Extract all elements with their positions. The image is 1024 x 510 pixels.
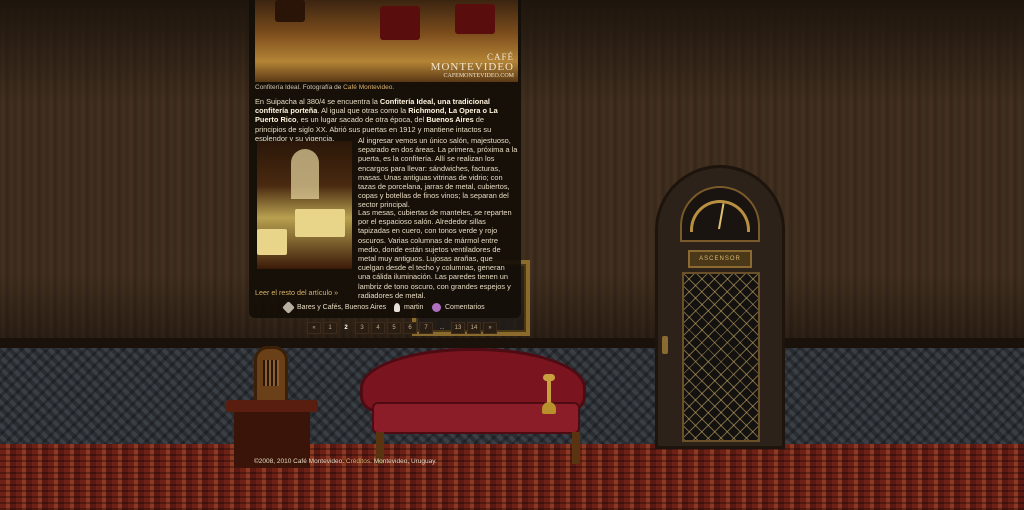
elevator-gate xyxy=(682,272,760,442)
footer-text: ©2008, 2010 Café Montevideo. xyxy=(254,458,346,465)
post-author: martin xyxy=(394,303,423,312)
caption-link[interactable]: Café Montevideo. xyxy=(343,84,394,91)
caption-text: Confitería Ideal. Fotografía de xyxy=(255,84,344,91)
photo-chair xyxy=(275,0,305,22)
pagination-prev[interactable]: « xyxy=(307,322,321,334)
antique-telephone xyxy=(540,374,556,414)
carpet-floor xyxy=(0,444,1024,510)
pagination-page[interactable]: 5 xyxy=(387,322,401,334)
pagination-page[interactable]: 13 xyxy=(451,322,465,334)
chair-rail xyxy=(0,338,1024,348)
pagination-next[interactable]: » xyxy=(483,322,497,334)
photo-chair xyxy=(455,4,495,34)
text: En Suipacha al 380/4 se encuentra la xyxy=(255,97,380,106)
side-table-top xyxy=(226,400,318,412)
pagination-page[interactable]: 6 xyxy=(403,322,417,334)
photo-mirror xyxy=(291,149,319,199)
post-category: Bares y Cafés, Buenos Aires xyxy=(282,301,386,314)
photo-table xyxy=(257,229,287,255)
pagination-current: 2 xyxy=(344,325,348,331)
user-icon xyxy=(394,303,400,312)
elevator-nameplate: ASCENSOR xyxy=(688,250,752,268)
photo-caption: Confitería Ideal. Fotografía de Café Mon… xyxy=(255,84,518,91)
tag-icon xyxy=(282,301,295,314)
post-photo[interactable]: CAFÉ MONTEVIDEO CAFEMONTEVIDEO.COM xyxy=(255,0,518,82)
site-footer: ©2008, 2010 Café Montevideo. Créditos. M… xyxy=(254,458,437,465)
text-bold: Buenos Aires xyxy=(426,115,474,125)
photo-watermark: CAFÉ MONTEVIDEO CAFEMONTEVIDEO.COM xyxy=(430,53,515,80)
article-paragraph-3: Las mesas, cubiertas de manteles, se rep… xyxy=(358,208,512,300)
pagination-page[interactable]: 3 xyxy=(355,322,369,334)
photo-chair xyxy=(380,6,420,40)
inline-photo[interactable] xyxy=(257,141,352,269)
pagination-page[interactable]: 4 xyxy=(371,322,385,334)
telephone-stem xyxy=(547,378,551,404)
sofa-leg xyxy=(572,432,580,464)
pagination-ellipsis: ... xyxy=(439,325,445,331)
watermark-line: CAFEMONTEVIDEO.COM xyxy=(443,73,515,79)
watermark-line: MONTEVIDEO xyxy=(430,61,514,73)
elevator-button xyxy=(662,336,668,354)
pagination-page[interactable]: 1 xyxy=(323,322,337,334)
photo-table xyxy=(295,209,345,237)
credits-link[interactable]: Créditos xyxy=(346,458,370,465)
post-comments: Comentarios xyxy=(432,303,485,312)
article-paragraph-2: Al ingresar vemos un único salón, majest… xyxy=(358,136,518,210)
author-link[interactable]: martin xyxy=(404,304,423,311)
read-more-link[interactable]: Leer el resto del artículo » xyxy=(255,288,338,297)
comment-icon xyxy=(432,303,441,312)
comments-link[interactable]: Comentarios xyxy=(445,304,485,311)
radio-grille xyxy=(263,360,279,386)
antique-radio xyxy=(254,346,288,406)
telephone-base xyxy=(542,402,556,414)
text: . Al igual que otras como la xyxy=(317,106,409,116)
pagination-page[interactable]: 7 xyxy=(419,322,433,334)
pagination-page[interactable]: 14 xyxy=(467,322,481,334)
pagination: « 1 2 3 4 5 6 7 ... 13 14 » xyxy=(307,322,497,334)
footer-text: . Montevideo, Uruguay. xyxy=(370,458,437,465)
category-link[interactable]: Bares y Cafés, Buenos Aires xyxy=(297,304,386,311)
text: , es un lugar sacado de otra época, del xyxy=(296,115,427,125)
